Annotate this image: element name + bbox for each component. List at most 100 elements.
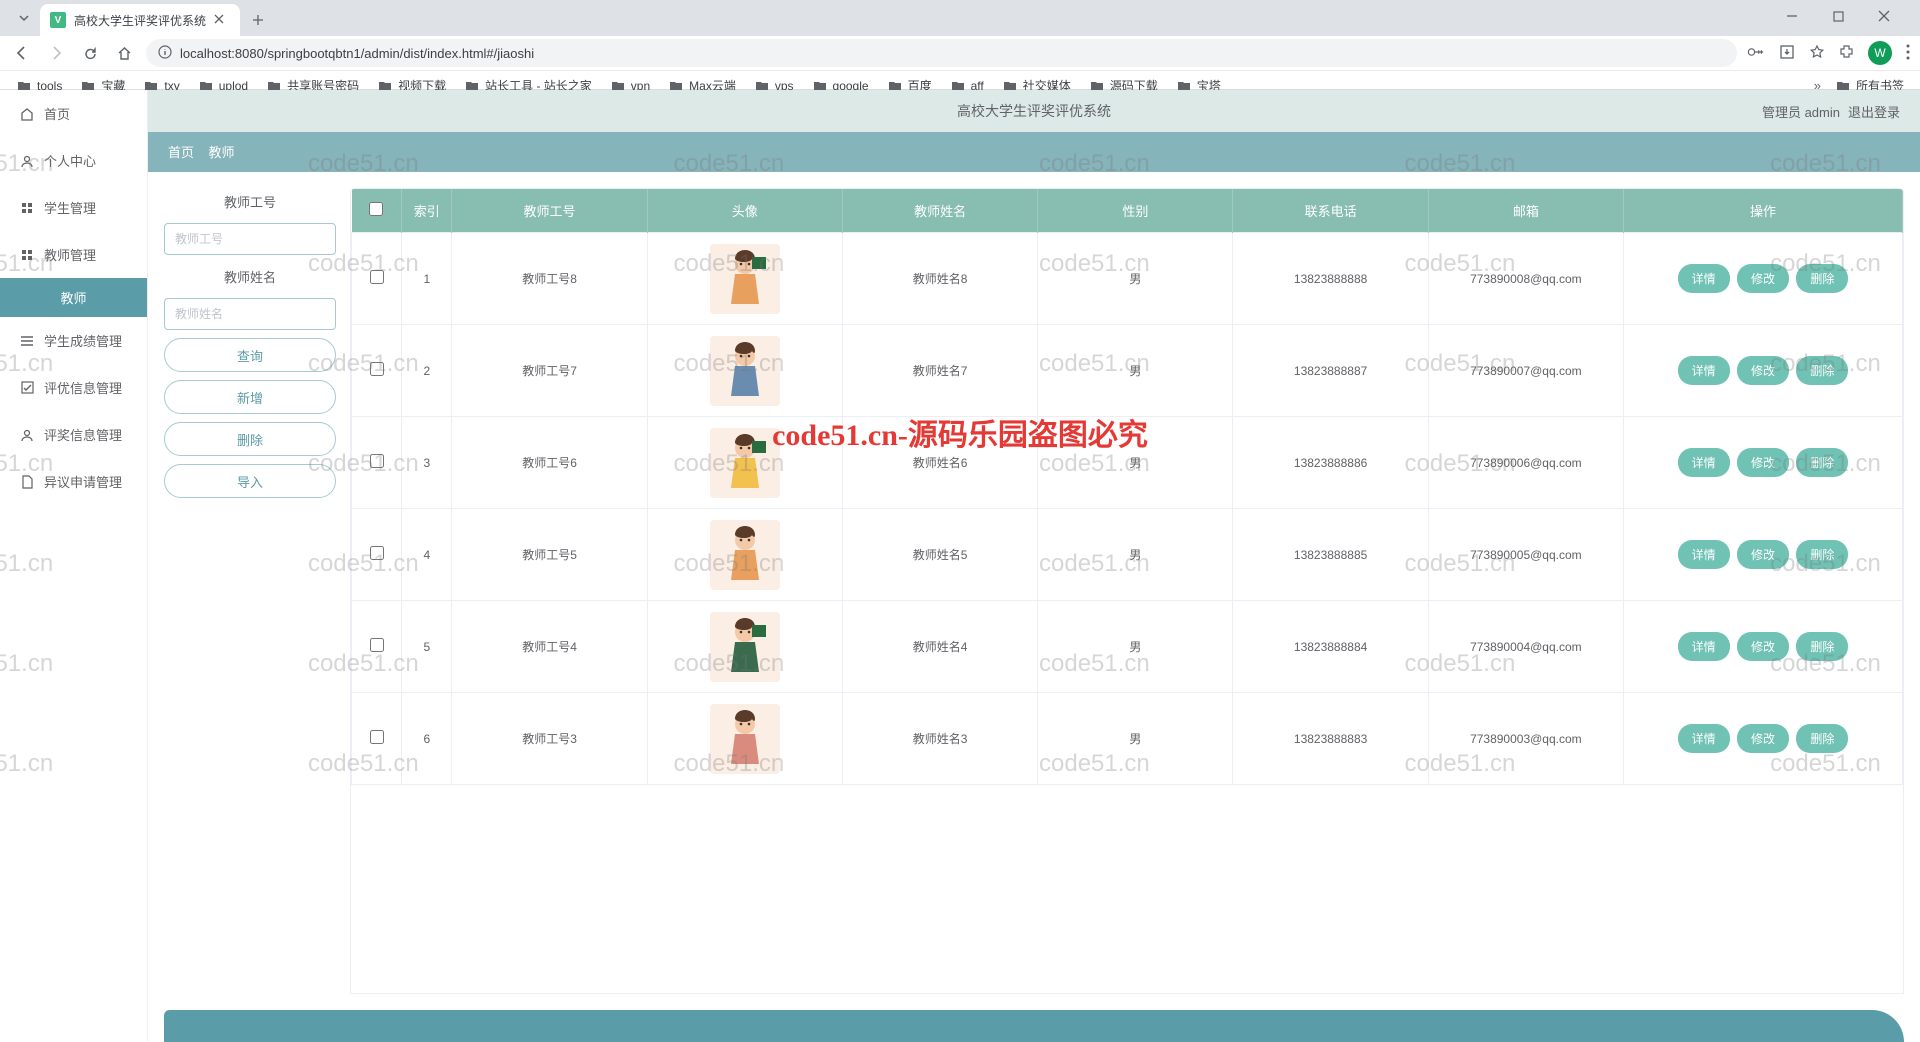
detail-button[interactable]: 详情	[1678, 632, 1730, 661]
cell-phone: 13823888886	[1233, 417, 1428, 509]
cell-name: 教师姓名8	[842, 233, 1037, 325]
url-bar[interactable]: localhost:8080/springbootqbtn1/admin/dis…	[146, 39, 1737, 67]
row-delete-button[interactable]: 删除	[1796, 448, 1848, 477]
data-table: 索引 教师工号 头像 教师姓名 性别 联系电话 邮箱 操作 1 教师工号8 教师…	[350, 188, 1904, 994]
search-button[interactable]: 查询	[164, 338, 336, 372]
cell-name: 教师姓名3	[842, 693, 1037, 785]
detail-button[interactable]: 详情	[1678, 356, 1730, 385]
cell-email: 773890006@qq.com	[1428, 417, 1623, 509]
cell-phone: 13823888887	[1233, 325, 1428, 417]
edit-button[interactable]: 修改	[1737, 724, 1789, 753]
sidebar-item-5[interactable]: 学生成绩管理	[0, 317, 147, 364]
tab-dropdown-icon[interactable]	[12, 6, 36, 30]
close-window-icon[interactable]	[1870, 2, 1898, 30]
avatar-image	[710, 336, 780, 406]
new-tab-button[interactable]	[244, 6, 272, 34]
cell-email: 773890005@qq.com	[1428, 509, 1623, 601]
cell-email: 773890004@qq.com	[1428, 601, 1623, 693]
extensions-icon[interactable]	[1839, 44, 1854, 62]
detail-button[interactable]: 详情	[1678, 540, 1730, 569]
cell-id: 教师工号7	[452, 325, 647, 417]
sidebar: 首页个人中心学生管理教师管理教师学生成绩管理评优信息管理评奖信息管理异议申请管理	[0, 90, 148, 1042]
home-icon	[20, 107, 34, 121]
install-app-icon[interactable]	[1779, 44, 1795, 63]
app-title: 高校大学生评奖评优系统	[957, 101, 1111, 121]
search-input-name[interactable]	[164, 298, 336, 330]
site-info-icon[interactable]	[158, 45, 172, 62]
browser-tab[interactable]: V 高校大学生评奖评优系统	[40, 4, 240, 36]
edit-button[interactable]: 修改	[1737, 540, 1789, 569]
logout-link[interactable]: 退出登录	[1848, 102, 1900, 121]
cell-gender: 男	[1038, 325, 1233, 417]
url-text: localhost:8080/springbootqbtn1/admin/dis…	[180, 46, 1725, 61]
row-delete-button[interactable]: 删除	[1796, 540, 1848, 569]
grid-icon	[20, 201, 34, 215]
row-checkbox[interactable]	[370, 362, 384, 376]
tab-bar: V 高校大学生评奖评优系统	[0, 0, 1920, 36]
row-checkbox[interactable]	[370, 638, 384, 652]
search-panel: 教师工号 教师姓名 查询 新增 删除 导入	[164, 188, 336, 994]
row-delete-button[interactable]: 删除	[1796, 632, 1848, 661]
sidebar-item-4[interactable]: 教师	[0, 278, 147, 317]
delete-button[interactable]: 删除	[164, 422, 336, 456]
search-input-id[interactable]	[164, 223, 336, 255]
home-icon[interactable]	[112, 41, 136, 65]
edit-button[interactable]: 修改	[1737, 448, 1789, 477]
sidebar-item-2[interactable]: 学生管理	[0, 184, 147, 231]
cell-id: 教师工号3	[452, 693, 647, 785]
bookmark-star-icon[interactable]	[1809, 44, 1825, 63]
cell-phone: 13823888888	[1233, 233, 1428, 325]
reload-icon[interactable]	[78, 41, 102, 65]
row-checkbox[interactable]	[370, 730, 384, 744]
col-header-phone: 联系电话	[1233, 189, 1428, 233]
row-checkbox[interactable]	[370, 270, 384, 284]
cell-gender: 男	[1038, 417, 1233, 509]
cell-gender: 男	[1038, 693, 1233, 785]
sidebar-item-label: 评优信息管理	[44, 378, 122, 397]
import-button[interactable]: 导入	[164, 464, 336, 498]
detail-button[interactable]: 详情	[1678, 448, 1730, 477]
row-checkbox[interactable]	[370, 454, 384, 468]
edit-button[interactable]: 修改	[1737, 356, 1789, 385]
col-header-checkbox	[352, 189, 402, 233]
edit-button[interactable]: 修改	[1737, 264, 1789, 293]
row-delete-button[interactable]: 删除	[1796, 264, 1848, 293]
sidebar-item-8[interactable]: 异议申请管理	[0, 458, 147, 505]
minimize-icon[interactable]	[1778, 2, 1806, 30]
tab-title: 高校大学生评奖评优系统	[74, 12, 206, 29]
sidebar-item-0[interactable]: 首页	[0, 90, 147, 137]
profile-avatar-icon[interactable]: W	[1868, 41, 1892, 65]
sidebar-item-6[interactable]: 评优信息管理	[0, 364, 147, 411]
user-icon	[20, 154, 34, 168]
sidebar-item-3[interactable]: 教师管理	[0, 231, 147, 278]
cell-ops: 详情 修改 删除	[1624, 325, 1903, 417]
cell-name: 教师姓名7	[842, 325, 1037, 417]
avatar-image	[710, 428, 780, 498]
col-header-index: 索引	[402, 189, 452, 233]
cell-phone: 13823888883	[1233, 693, 1428, 785]
select-all-checkbox[interactable]	[369, 202, 383, 216]
add-button[interactable]: 新增	[164, 380, 336, 414]
row-delete-button[interactable]: 删除	[1796, 724, 1848, 753]
breadcrumb-home[interactable]: 首页	[168, 145, 194, 160]
cell-index: 6	[402, 693, 452, 785]
menu-dots-icon[interactable]	[1906, 44, 1910, 63]
edit-button[interactable]: 修改	[1737, 632, 1789, 661]
sidebar-item-7[interactable]: 评奖信息管理	[0, 411, 147, 458]
detail-button[interactable]: 详情	[1678, 264, 1730, 293]
cell-avatar	[647, 693, 842, 785]
sidebar-item-1[interactable]: 个人中心	[0, 137, 147, 184]
browser-chrome: V 高校大学生评奖评优系统 localhost:8080/springbootq…	[0, 0, 1920, 90]
maximize-icon[interactable]	[1824, 2, 1852, 30]
col-header-name: 教师姓名	[842, 189, 1037, 233]
back-icon[interactable]	[10, 41, 34, 65]
detail-button[interactable]: 详情	[1678, 724, 1730, 753]
forward-icon[interactable]	[44, 41, 68, 65]
cell-email: 773890008@qq.com	[1428, 233, 1623, 325]
row-delete-button[interactable]: 删除	[1796, 356, 1848, 385]
tab-close-icon[interactable]	[214, 12, 230, 28]
password-key-icon[interactable]	[1747, 45, 1765, 62]
row-checkbox[interactable]	[370, 546, 384, 560]
footer-decoration	[164, 1010, 1904, 1042]
cell-id: 教师工号4	[452, 601, 647, 693]
